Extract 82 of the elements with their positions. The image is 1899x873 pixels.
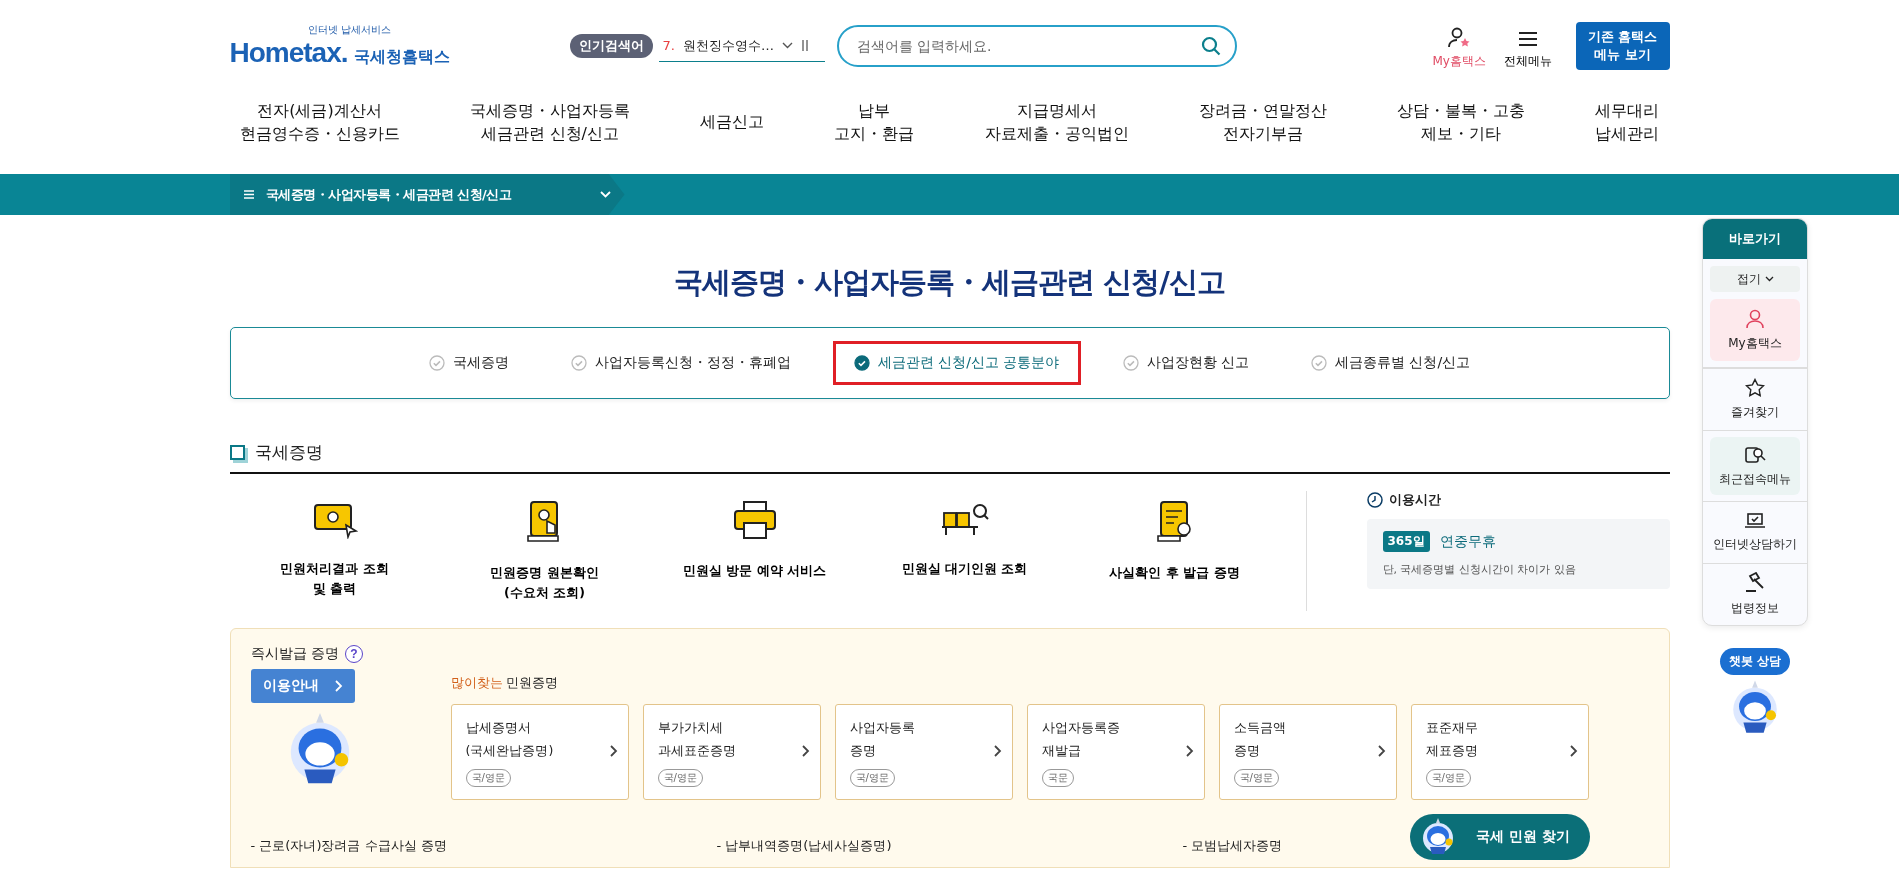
chevron-down-icon [781,42,793,49]
check-circle-icon [853,355,870,371]
certificate-card[interactable]: 납세증명서 (국세완납증명) 국/영문 [450,704,629,800]
collapse-button[interactable]: 접기 [1710,266,1800,292]
certificate-card[interactable]: 사업자등록증 재발급 국문 [1026,704,1205,800]
hours-text: 연중무휴 [1439,532,1496,551]
service-link[interactable]: 민원실 방문 예약 서비스 [649,498,860,604]
all-menu-button[interactable]: 전체메뉴 [1503,28,1552,70]
quick-menu-title: 바로가기 [1703,219,1807,259]
chevron-icon [609,745,618,757]
quick-menu-item[interactable]: 최근접속메뉴 [1710,437,1800,495]
printer-icon [731,499,778,541]
chevron-icon [1569,745,1578,757]
hours-note: 단, 국세증명별 신청시간이 차이가 있음 [1382,562,1577,577]
hours-title: 이용시간 [1388,491,1441,509]
person-star-icon [1447,26,1472,49]
chevron-icon [1185,745,1194,757]
nav-menu-item[interactable]: 납부 고지・환급 [834,98,915,146]
star-icon [1745,378,1765,398]
quick-menu-item[interactable]: 즐겨찾기 [1703,368,1807,430]
search-icon[interactable] [1200,36,1221,56]
search-field[interactable]: 검색어를 입력하세요. [836,25,1237,67]
quick-menu-item[interactable]: My홈택스 [1710,299,1800,361]
find-service-button[interactable]: 국세 민원 찾기 [1410,814,1590,860]
chevron-icon [1377,745,1386,757]
legacy-menu-button[interactable]: 기존 홈택스 메뉴 보기 [1575,22,1670,70]
menu-icon [243,190,254,199]
service-link[interactable]: 민원처리결과 조회 및 출력 [229,498,440,604]
certificate-link[interactable]: - 납부내역증명(납세사실증명) [716,837,1183,855]
gavel-icon [1744,572,1766,594]
chevron-down-icon [1764,276,1774,282]
check-circle-icon [1310,355,1327,371]
nav-menu-item[interactable]: 장려금・연말정산 전자기부금 [1198,98,1327,146]
certificate-card[interactable]: 소득금액 증명 국/영문 [1218,704,1397,800]
panel-title: 즉시발급 증명 [250,645,339,663]
service-link[interactable]: 민원증명 원본확인 (수요처 조회) [439,498,650,604]
tab[interactable]: 세금종류별 신청/신고 [1290,342,1491,384]
breadcrumb-dropdown[interactable]: 국세증명・사업자등록・세금관련 신청/신고 [229,174,625,215]
tab[interactable]: 사업자등록신청・정정・휴폐업 [550,342,811,384]
document-search-icon [1744,444,1766,465]
popular-search-dropdown[interactable]: 7. 원천징수영수… [658,30,825,62]
logo-tagline: 인터넷 납세서비스 [307,23,392,37]
square-icon [229,445,245,460]
chatbot-bubble[interactable]: 챗봇 상담 [1720,648,1791,675]
check-circle-icon [570,355,587,371]
laptop-icon [1744,512,1766,530]
nav-menu-item[interactable]: 전자(세금)계산서 현금영수증・신용카드 [239,98,400,146]
certificate-link[interactable]: - 근로(자녀)장려금 수급사실 증명 [250,837,717,855]
logo-wordmark[interactable]: Hometax. [229,37,348,69]
chevron-icon [993,745,1002,757]
nav-menu-item[interactable]: 상담・불복・고충 제보・기타 [1397,98,1526,146]
check-circle-icon [1122,355,1139,371]
chevron-icon [801,745,810,757]
guide-button[interactable]: 이용안내 [250,669,355,703]
certificate-card[interactable]: 부가가치세 과세표준증명 국/영문 [642,704,821,800]
tab[interactable]: 세금관련 신청/신고 공통분야 [832,341,1081,385]
logo-name[interactable]: 국세청홈택스 [353,47,450,68]
quick-menu-item[interactable]: 법령정보 [1703,563,1807,625]
certificate-card[interactable]: 사업자등록 증명 국/영문 [834,704,1013,800]
popular-search-badge: 인기검색어 [569,34,653,58]
nav-menu-item[interactable]: 국세증명・사업자등록 세금관련 신청/신고 [469,98,630,146]
service-link[interactable]: 민원실 대기인원 조회 [859,498,1070,604]
quick-menu-item[interactable]: 인터넷상담하기 [1703,501,1807,563]
nav-menu-item[interactable]: 지급명세서 자료제출・공익법인 [984,98,1129,146]
page-title: 국세증명・사업자등록・세금관련 신청/신고 [673,264,1226,301]
chevron-down-icon [599,191,611,198]
chevron-icon [334,680,343,692]
clock-icon [1366,492,1383,508]
days-badge: 365일 [1382,531,1430,552]
person-icon [1745,308,1765,329]
nav-menu-item[interactable]: 세무대리 납세관리 [1595,98,1660,146]
nav-menu-item[interactable]: 세금신고 [700,110,765,134]
pause-icon[interactable] [800,40,809,51]
my-hometax-button[interactable]: My홈택스 [1432,26,1486,70]
check-circle-icon [428,355,445,371]
popular-heading: 많이찾는 민원증명 [450,675,560,692]
certificate-card[interactable]: 표준재무 제표증명 국/영문 [1410,704,1589,800]
service-link[interactable]: 사실확인 후 발급 증명 [1069,498,1280,604]
section-title: 국세증명 [254,441,323,464]
tab[interactable]: 국세증명 [408,342,529,384]
tab[interactable]: 사업장현황 신고 [1102,342,1269,384]
help-button[interactable]: ? [344,645,363,663]
